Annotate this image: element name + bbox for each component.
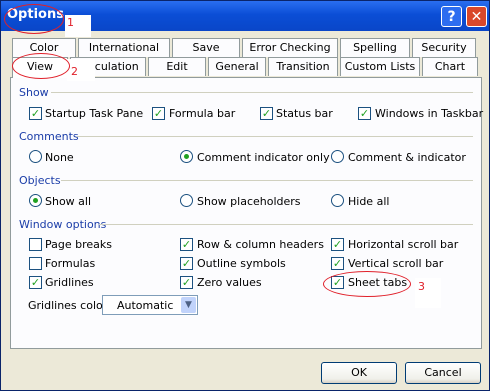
comment-indicator-only-radio[interactable] bbox=[180, 150, 193, 163]
zero-values-checkbox[interactable]: ✓ bbox=[180, 276, 193, 289]
group-divider bbox=[61, 180, 473, 181]
gridlines-color-label: Gridlines color: bbox=[28, 299, 111, 312]
annotation-number-2: 2 bbox=[71, 65, 78, 78]
tab-international[interactable]: International bbox=[78, 38, 170, 57]
comments-group-heading: Comments bbox=[19, 130, 79, 143]
tab-spelling[interactable]: Spelling bbox=[340, 38, 410, 57]
radio-selected-dot bbox=[184, 154, 189, 159]
annotation-number-3: 3 bbox=[418, 280, 425, 293]
outline-symbols-label: Outline symbols bbox=[197, 257, 286, 270]
comments-none-label: None bbox=[45, 151, 74, 164]
annotation-circle-sheet-tabs bbox=[323, 271, 411, 297]
gridlines-color-value: Automatic bbox=[117, 299, 174, 312]
zero-values-label: Zero values bbox=[197, 276, 262, 289]
comment-and-indicator-radio[interactable] bbox=[331, 150, 344, 163]
objects-show-all-radio[interactable] bbox=[29, 194, 42, 207]
startup-task-pane-label: Startup Task Pane bbox=[45, 107, 144, 120]
status-bar-checkbox[interactable]: ✓ bbox=[260, 107, 273, 120]
horizontal-scroll-bar-checkbox[interactable]: ✓ bbox=[331, 238, 344, 251]
annotation-circle-view bbox=[12, 53, 70, 79]
ok-button[interactable]: OK bbox=[321, 362, 397, 384]
comments-none-radio[interactable] bbox=[29, 150, 42, 163]
group-divider bbox=[51, 92, 473, 93]
help-button[interactable]: ? bbox=[441, 6, 462, 27]
radio-selected-dot bbox=[33, 198, 38, 203]
objects-show-placeholders-label: Show placeholders bbox=[197, 195, 301, 208]
objects-show-all-label: Show all bbox=[45, 195, 92, 208]
tab-custom-lists[interactable]: Custom Lists bbox=[340, 57, 420, 76]
tab-save[interactable]: Save bbox=[172, 38, 240, 57]
tab-security[interactable]: Security bbox=[412, 38, 476, 57]
formulas-label: Formulas bbox=[45, 257, 96, 270]
tab-chart[interactable]: Chart bbox=[422, 57, 478, 76]
formula-bar-checkbox[interactable]: ✓ bbox=[152, 107, 165, 120]
gridlines-color-select[interactable]: Automatic ▼ bbox=[102, 295, 198, 315]
options-dialog: Options ? ✕ 1 Color International Save E… bbox=[0, 0, 490, 391]
gridlines-checkbox[interactable]: ✓ bbox=[29, 276, 42, 289]
cancel-button[interactable]: Cancel bbox=[405, 362, 481, 384]
row-column-headers-label: Row & column headers bbox=[197, 238, 324, 251]
group-divider bbox=[77, 136, 473, 137]
vertical-scroll-bar-checkbox[interactable]: ✓ bbox=[331, 257, 344, 270]
outline-symbols-checkbox[interactable]: ✓ bbox=[180, 257, 193, 270]
row-column-headers-checkbox[interactable]: ✓ bbox=[180, 238, 193, 251]
horizontal-scroll-bar-label: Horizontal scroll bar bbox=[348, 238, 459, 251]
windows-in-taskbar-label: Windows in Taskbar bbox=[375, 107, 484, 120]
group-divider bbox=[99, 224, 473, 225]
tab-general[interactable]: General bbox=[208, 57, 266, 76]
comment-indicator-only-label: Comment indicator only bbox=[197, 151, 330, 164]
vertical-scroll-bar-label: Vertical scroll bar bbox=[348, 257, 444, 270]
window-options-group-heading: Window options bbox=[19, 218, 107, 231]
startup-task-pane-checkbox[interactable]: ✓ bbox=[29, 107, 42, 120]
page-breaks-checkbox[interactable] bbox=[29, 238, 42, 251]
show-group-heading: Show bbox=[19, 86, 49, 99]
objects-group-heading: Objects bbox=[19, 174, 61, 187]
formulas-checkbox[interactable] bbox=[29, 257, 42, 270]
annotation-circle-title bbox=[4, 4, 64, 34]
formula-bar-label: Formula bar bbox=[169, 107, 236, 120]
tab-edit[interactable]: Edit bbox=[148, 57, 206, 76]
chevron-down-icon[interactable]: ▼ bbox=[181, 297, 196, 313]
objects-show-placeholders-radio[interactable] bbox=[180, 194, 193, 207]
annotation-number-1: 1 bbox=[67, 16, 74, 29]
objects-hide-all-radio[interactable] bbox=[331, 194, 344, 207]
page-breaks-label: Page breaks bbox=[45, 238, 112, 251]
windows-in-taskbar-checkbox[interactable]: ✓ bbox=[358, 107, 371, 120]
tab-error-checking[interactable]: Error Checking bbox=[242, 38, 338, 57]
tab-transition[interactable]: Transition bbox=[268, 57, 338, 76]
gridlines-label: Gridlines bbox=[45, 276, 94, 289]
close-button[interactable]: ✕ bbox=[466, 6, 487, 27]
status-bar-label: Status bar bbox=[276, 107, 333, 120]
comment-and-indicator-label: Comment & indicator bbox=[348, 151, 466, 164]
objects-hide-all-label: Hide all bbox=[348, 195, 390, 208]
